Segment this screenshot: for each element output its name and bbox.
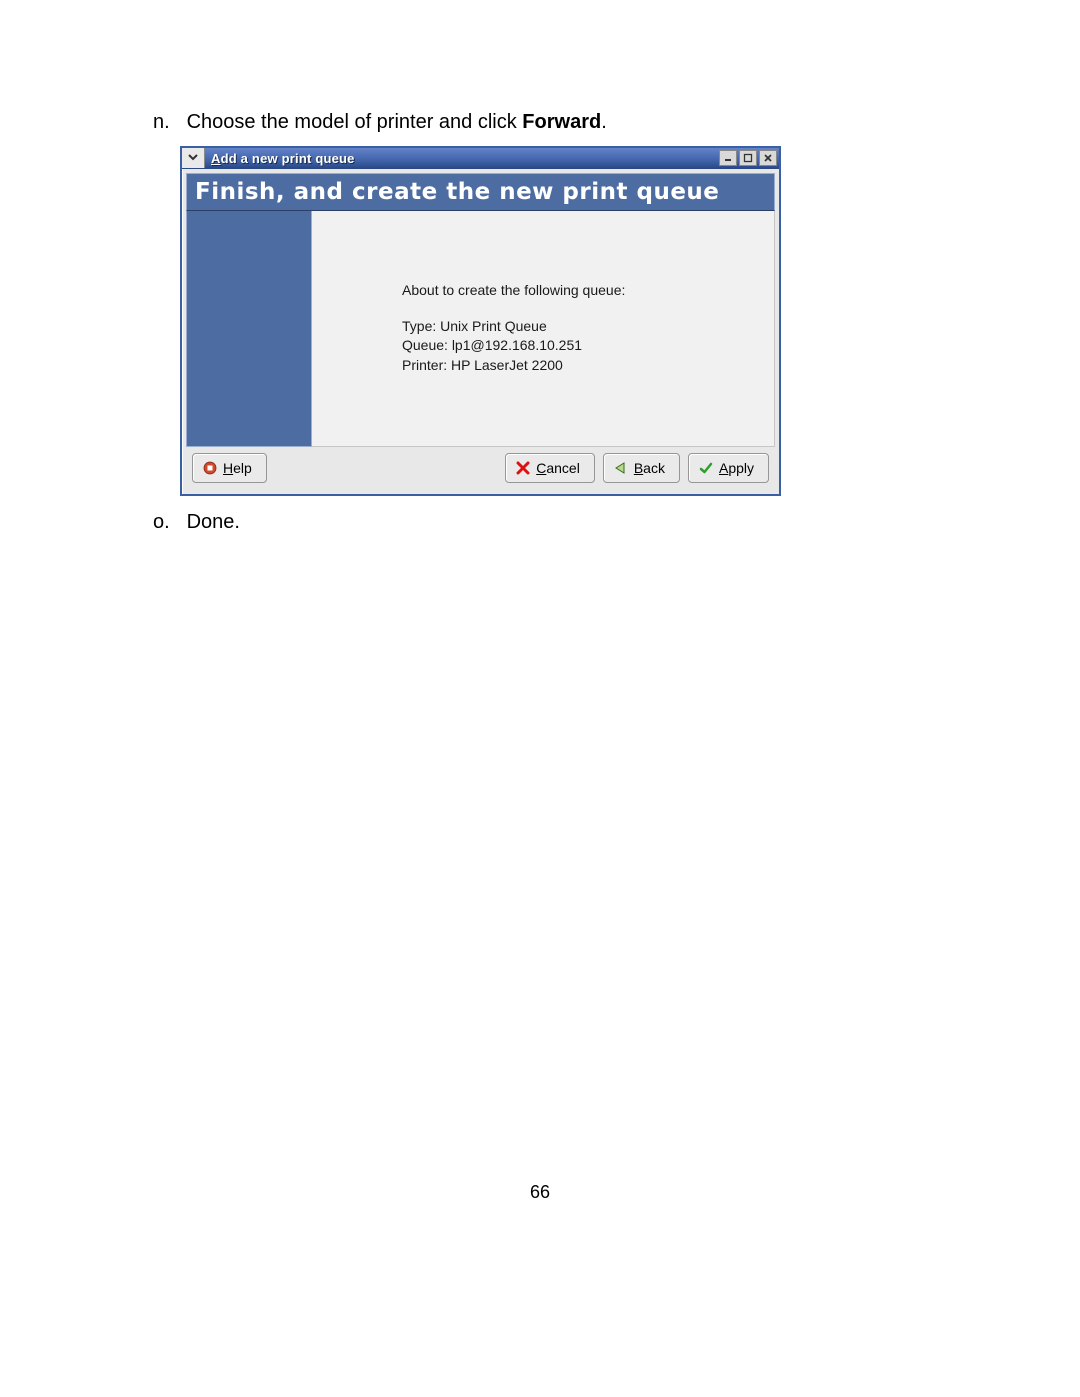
step-o-marker: o. <box>153 510 181 534</box>
minimize-button[interactable] <box>719 150 737 166</box>
help-button-label: Help <box>223 460 252 476</box>
maximize-button[interactable] <box>739 150 757 166</box>
help-icon <box>203 461 217 475</box>
check-icon <box>699 461 713 475</box>
content-type-line: Type: Unix Print Queue <box>402 317 766 337</box>
content-queue-line: Queue: lp1@192.168.10.251 <box>402 336 766 356</box>
step-o-text: Done. <box>187 511 240 533</box>
step-n-text-post: . <box>601 111 607 133</box>
chevron-down-icon <box>187 151 199 165</box>
step-n-marker: n. <box>153 110 181 134</box>
content-intro: About to create the following queue: <box>402 281 766 301</box>
content-printer-line: Printer: HP LaserJet 2200 <box>402 356 766 376</box>
step-n-text-pre: Choose the model of printer and click <box>187 111 523 133</box>
maximize-icon <box>743 153 753 163</box>
wizard-button-bar: Help Cancel Back Apply <box>192 453 769 483</box>
minimize-icon <box>723 153 733 163</box>
instruction-step-o: o. Done. <box>153 510 240 534</box>
wizard-side-panel <box>186 211 312 447</box>
close-button[interactable] <box>759 150 777 166</box>
back-button-label: Back <box>634 460 665 476</box>
window-title: Add a new print queue <box>205 148 719 168</box>
apply-button[interactable]: Apply <box>688 453 769 483</box>
wizard-content: About to create the following queue: Typ… <box>312 211 775 447</box>
help-button[interactable]: Help <box>192 453 267 483</box>
window-controls <box>719 148 779 168</box>
title-bar: Add a new print queue <box>182 148 779 169</box>
cancel-x-icon <box>516 461 530 475</box>
page-number: 66 <box>0 1182 1080 1203</box>
wizard-banner-text: Finish, and create the new print queue <box>195 179 719 205</box>
instruction-step-n: n. Choose the model of printer and click… <box>153 110 607 134</box>
wizard-banner: Finish, and create the new print queue <box>186 173 775 211</box>
apply-button-label: Apply <box>719 460 754 476</box>
dialog-window: Add a new print queue <box>180 146 781 496</box>
back-arrow-icon <box>614 461 628 475</box>
wizard-body: About to create the following queue: Typ… <box>186 211 775 447</box>
cancel-button-label: Cancel <box>536 460 580 476</box>
window-menu-button[interactable] <box>182 148 205 168</box>
cancel-button[interactable]: Cancel <box>505 453 595 483</box>
close-icon <box>763 153 773 163</box>
back-button[interactable]: Back <box>603 453 680 483</box>
step-n-text-bold: Forward <box>522 111 601 133</box>
